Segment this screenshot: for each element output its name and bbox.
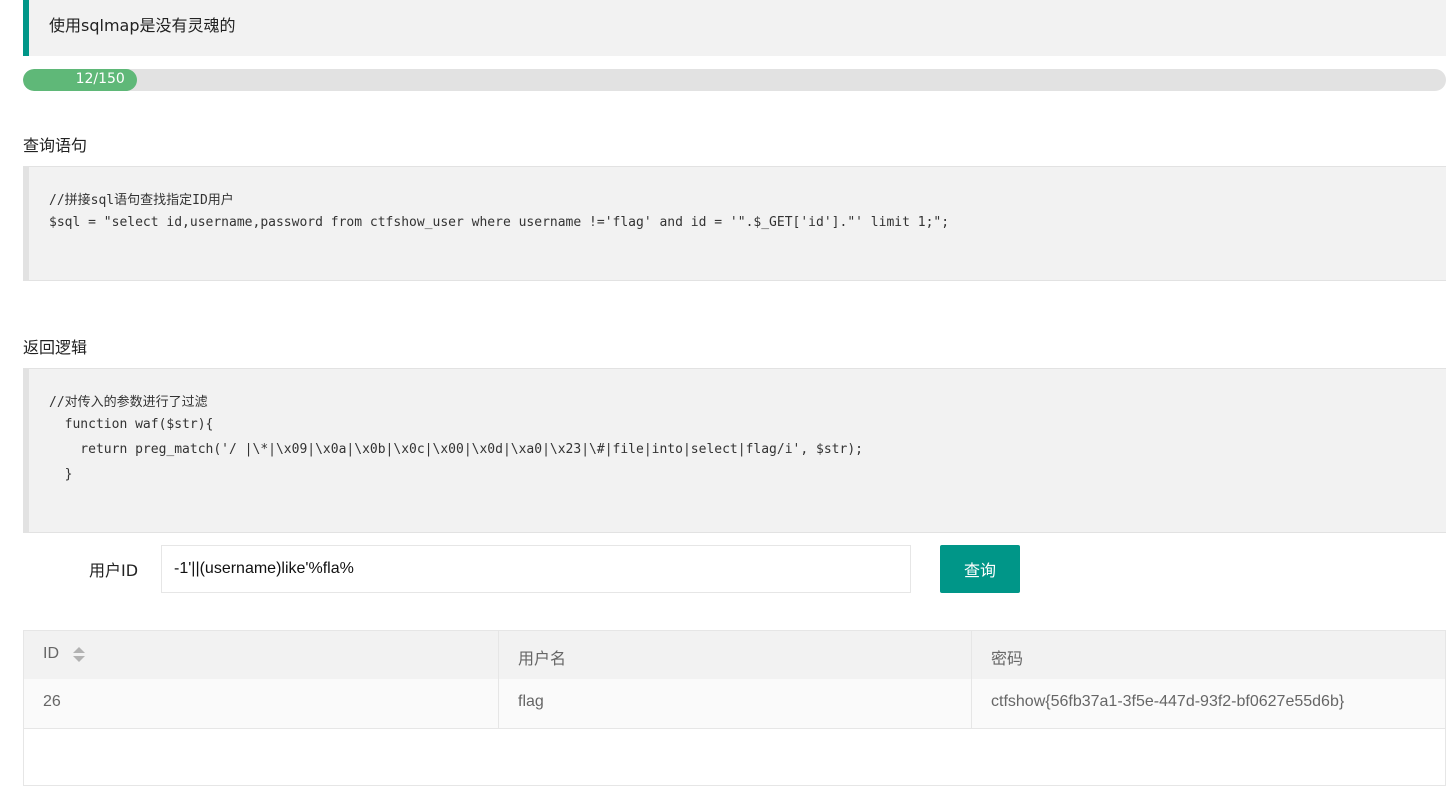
code-line: $sql = "select id,username,password from… — [49, 215, 950, 230]
column-header-id[interactable]: ID — [24, 631, 498, 679]
code-line: //对传入的参数进行了过滤 — [49, 395, 208, 410]
cell-text: flag — [518, 693, 544, 710]
cell-text: ctfshow{56fb37a1-3f5e-447d-93f2-bf0627e5… — [991, 693, 1345, 710]
column-header-username: 用户名 — [498, 631, 971, 679]
cell-password: ctfshow{56fb37a1-3f5e-447d-93f2-bf0627e5… — [971, 679, 1446, 728]
query-button[interactable]: 查询 — [940, 545, 1020, 593]
progress-fill: 12/150 — [23, 69, 137, 91]
code-line: } — [49, 467, 73, 482]
column-header-label: ID — [43, 645, 59, 662]
logic-code-block: //对传入的参数进行了过滤 function waf($str){ return… — [23, 368, 1446, 533]
logic-heading: 返回逻辑 — [23, 338, 88, 357]
progress-bar: 12/150 — [23, 69, 1446, 91]
table-row: 26 flag ctfshow{56fb37a1-3f5e-447d-93f2-… — [24, 679, 1445, 729]
user-id-label: 用户ID — [89, 561, 139, 580]
progress-label: 12/150 — [75, 71, 125, 87]
notice-text: 使用sqlmap是没有灵魂的 — [49, 16, 236, 35]
notice-quote: 使用sqlmap是没有灵魂的 — [23, 0, 1446, 56]
code-line: return preg_match('/ |\*|\x09|\x0a|\x0b|… — [49, 442, 863, 457]
cell-username: flag — [498, 679, 971, 728]
query-code-block: //拼接sql语句查找指定ID用户 $sql = "select id,user… — [23, 166, 1446, 281]
results-table: ID 用户名 密码 26 flag ctfshow{56fb37a1-3f5e-… — [23, 630, 1446, 786]
code-line: //拼接sql语句查找指定ID用户 — [49, 193, 234, 208]
query-heading: 查询语句 — [23, 136, 88, 155]
sort-desc-icon[interactable] — [73, 656, 85, 662]
cell-id: 26 — [24, 679, 498, 728]
sort-icon[interactable] — [73, 647, 85, 663]
column-header-label: 用户名 — [518, 651, 567, 668]
column-header-password: 密码 — [971, 631, 1446, 679]
table-header: ID 用户名 密码 — [24, 631, 1445, 680]
cell-text: 26 — [43, 693, 61, 710]
sort-asc-icon[interactable] — [73, 647, 85, 653]
column-header-label: 密码 — [991, 651, 1024, 668]
code-line: function waf($str){ — [49, 417, 214, 432]
user-id-input[interactable] — [161, 545, 911, 593]
